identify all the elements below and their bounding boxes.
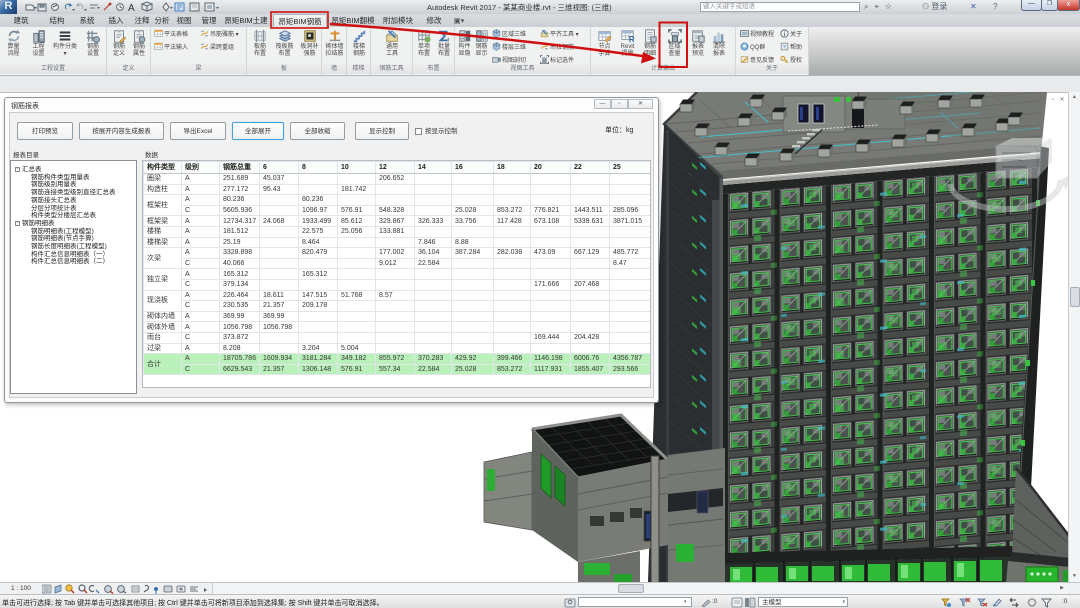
svg-text:A: A <box>128 3 135 13</box>
